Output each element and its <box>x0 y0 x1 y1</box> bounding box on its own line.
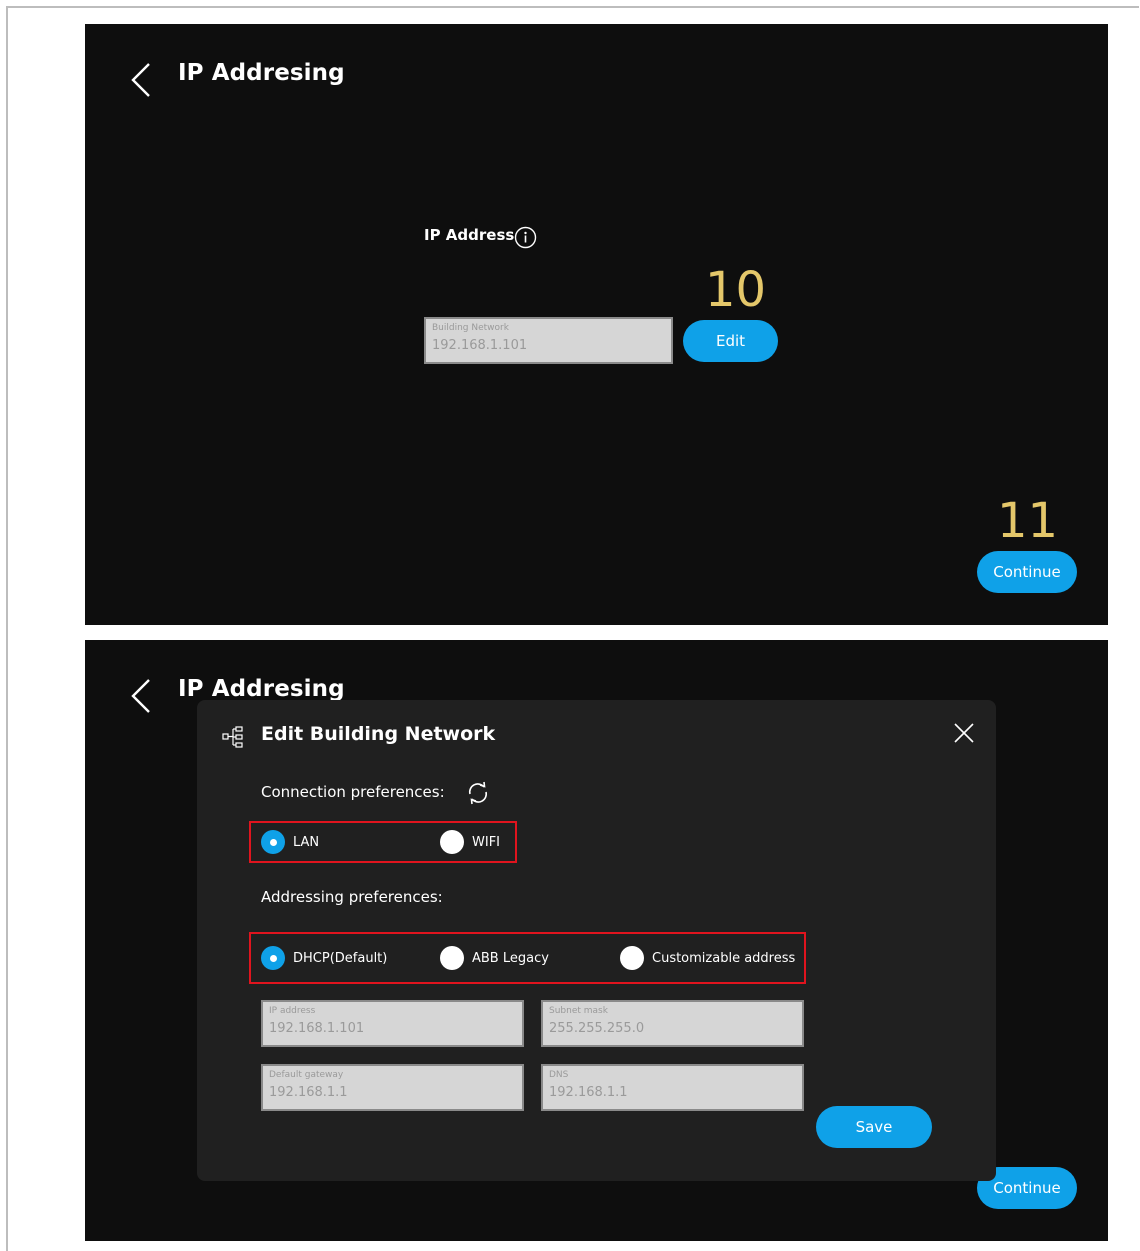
step-annotation-10: 10 <box>705 262 767 318</box>
save-button[interactable]: Save <box>816 1106 932 1148</box>
back-icon[interactable] <box>129 678 155 714</box>
radio-label: LAN <box>293 834 320 850</box>
dns-field[interactable]: DNS 192.168.1.1 <box>541 1064 804 1111</box>
radio-customizable-address[interactable]: Customizable address <box>620 946 795 970</box>
radio-label: DHCP(Default) <box>293 950 388 966</box>
edit-network-dialog: Edit Building Network Connection prefere… <box>197 700 996 1181</box>
continue-button[interactable]: Continue <box>977 551 1077 593</box>
field-value: 192.168.1.1 <box>269 1085 348 1100</box>
field-value: 192.168.1.1 <box>549 1085 628 1100</box>
radio-abb-legacy[interactable]: ABB Legacy <box>440 946 549 970</box>
dialog-title: Edit Building Network <box>261 723 496 745</box>
radio-selected-indicator <box>261 830 285 854</box>
field-value: 192.168.1.101 <box>269 1021 365 1036</box>
radio-unselected-indicator <box>440 830 464 854</box>
radio-unselected-indicator <box>440 946 464 970</box>
ip-address-field[interactable]: IP address 192.168.1.101 <box>261 1000 524 1047</box>
subnet-mask-field[interactable]: Subnet mask 255.255.255.0 <box>541 1000 804 1047</box>
sync-icon[interactable] <box>465 780 491 806</box>
connection-preferences-label: Connection preferences: <box>261 783 445 801</box>
default-gateway-field[interactable]: Default gateway 192.168.1.1 <box>261 1064 524 1111</box>
ip-addressing-edit-screen: IP Addresing Continue Edit Building Netw… <box>85 640 1108 1241</box>
field-label: Building Network <box>432 323 509 333</box>
addressing-preferences-label: Addressing preferences: <box>261 888 443 906</box>
field-value: 255.255.255.0 <box>549 1021 645 1036</box>
radio-label: Customizable address <box>652 950 796 966</box>
radio-label: WIFI <box>472 834 500 850</box>
radio-wifi[interactable]: WIFI <box>440 830 500 854</box>
field-label: Subnet mask <box>549 1006 608 1016</box>
radio-label: ABB Legacy <box>472 950 549 966</box>
building-network-field[interactable]: Building Network 192.168.1.101 <box>424 317 673 364</box>
field-label: IP address <box>269 1006 316 1016</box>
radio-unselected-indicator <box>620 946 644 970</box>
field-label: Default gateway <box>269 1070 344 1080</box>
radio-dhcp[interactable]: DHCP(Default) <box>261 946 387 970</box>
page-title: IP Addresing <box>178 676 345 702</box>
network-icon <box>222 726 243 748</box>
info-icon[interactable] <box>514 226 537 249</box>
radio-selected-indicator <box>261 946 285 970</box>
page-title: IP Addresing <box>178 60 345 86</box>
ip-addressing-screen: IP Addresing IP Address 10 Building Netw… <box>85 24 1108 625</box>
step-annotation-11: 11 <box>997 493 1059 549</box>
field-label: DNS <box>549 1070 569 1080</box>
edit-button[interactable]: Edit <box>683 320 778 362</box>
back-icon[interactable] <box>129 62 155 98</box>
radio-lan[interactable]: LAN <box>261 830 319 854</box>
field-value: 192.168.1.101 <box>432 338 528 353</box>
close-icon[interactable] <box>953 722 975 744</box>
ip-address-label: IP Address <box>424 226 515 244</box>
